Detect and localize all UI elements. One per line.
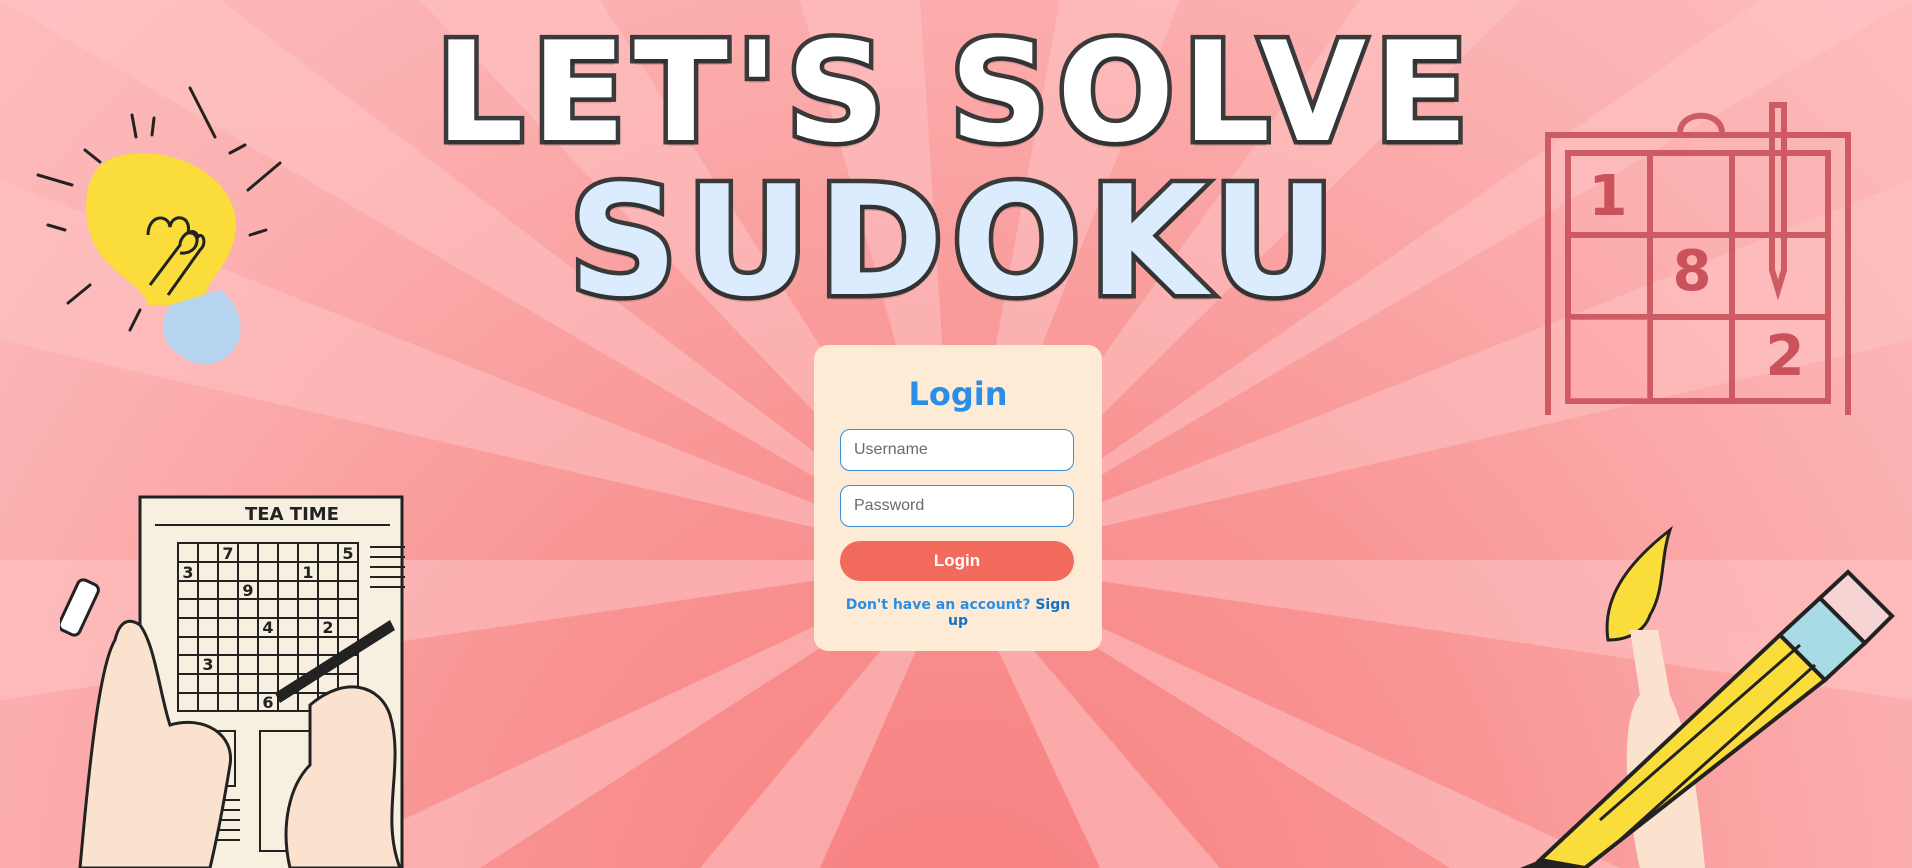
newspaper-number: 3 — [182, 563, 193, 582]
newspaper-number: 7 — [222, 544, 233, 563]
pencil-icon — [1520, 525, 1895, 868]
newspaper-number: 6 — [262, 693, 273, 712]
light-bulb-icon — [36, 86, 282, 365]
login-heading: Login — [908, 375, 1008, 413]
newspaper-number: 3 — [202, 655, 213, 674]
newspaper-number: 5 — [342, 544, 353, 563]
notepad-number: 2 — [1766, 324, 1805, 389]
sudoku-notepad-icon: 1 8 2 — [1545, 102, 1851, 415]
username-input[interactable] — [840, 429, 1074, 471]
newspaper-number: 1 — [302, 563, 313, 582]
password-input[interactable] — [840, 485, 1074, 527]
newspaper-heading: TEA TIME — [245, 504, 339, 525]
notepad-number: 1 — [1589, 164, 1628, 229]
newspaper-number: 9 — [242, 581, 253, 600]
newspaper-number: 4 — [262, 618, 273, 637]
newspaper-sudoku-icon: TEA TIME 7 5 3 1 9 4 2 3 6 — [60, 495, 405, 868]
newspaper-number: 2 — [322, 618, 333, 637]
login-card: Login Login Don't have an account? Sign … — [814, 345, 1102, 651]
notepad-number: 8 — [1673, 239, 1712, 304]
signup-prompt: Don't have an account? — [845, 597, 1031, 613]
login-button[interactable]: Login — [840, 541, 1074, 581]
signup-row: Don't have an account? Sign up — [840, 597, 1076, 629]
